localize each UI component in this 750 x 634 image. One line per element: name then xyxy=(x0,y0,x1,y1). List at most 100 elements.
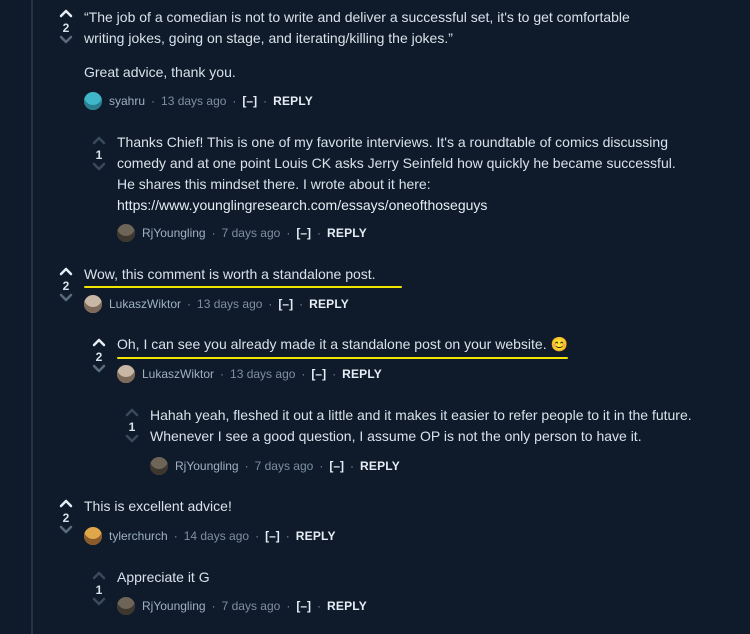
timestamp[interactable]: 13 days ago xyxy=(197,297,262,311)
comment-text-line: Whenever I see a good question, I assume… xyxy=(150,428,642,444)
comment-text-line: He shares this mindset there. I wrote ab… xyxy=(117,176,431,192)
comment-text-line: Hahah yeah, fleshed it out a little and … xyxy=(150,407,692,423)
separator: · xyxy=(220,367,225,381)
downvote-icon[interactable] xyxy=(122,434,142,446)
avatar[interactable] xyxy=(150,457,168,475)
vote-control: 2 xyxy=(56,9,76,47)
downvote-icon[interactable] xyxy=(89,364,109,376)
vote-control: 2 xyxy=(56,267,76,305)
reply-button[interactable]: REPLY xyxy=(327,226,367,240)
comment-text-line: Wow, this comment is worth a standalone … xyxy=(84,266,376,282)
separator: · xyxy=(151,94,156,108)
reply-button[interactable]: REPLY xyxy=(296,529,336,543)
upvote-icon[interactable] xyxy=(89,338,109,350)
comment: 1 Appreciate it G RjYoungling · 7 days a… xyxy=(0,565,750,625)
comment-meta: RjYoungling · 7 days ago · [–] · REPLY xyxy=(117,594,367,618)
separator: · xyxy=(350,459,354,473)
reply-button[interactable]: REPLY xyxy=(360,459,400,473)
upvote-icon[interactable] xyxy=(89,571,109,583)
separator: · xyxy=(301,367,306,381)
collapse-button[interactable]: [–] xyxy=(242,94,257,108)
comment: 1 Thanks Chief! This is one of my favori… xyxy=(0,122,750,252)
separator: · xyxy=(232,94,237,108)
collapse-button[interactable]: [–] xyxy=(265,529,280,543)
separator: · xyxy=(332,367,337,381)
highlight-underline xyxy=(84,286,402,288)
vote-count: 2 xyxy=(62,511,70,525)
comment-body: Hahah yeah, fleshed it out a little and … xyxy=(150,405,745,447)
upvote-icon[interactable] xyxy=(89,136,109,148)
downvote-icon[interactable] xyxy=(56,525,76,537)
vote-count: 2 xyxy=(95,350,103,364)
downvote-icon[interactable] xyxy=(56,35,76,47)
separator: · xyxy=(319,459,324,473)
vote-count: 1 xyxy=(95,583,103,597)
timestamp[interactable]: 13 days ago xyxy=(230,367,295,381)
avatar[interactable] xyxy=(84,295,102,313)
downvote-icon[interactable] xyxy=(89,162,109,174)
collapse-button[interactable]: [–] xyxy=(311,367,326,381)
downvote-icon[interactable] xyxy=(89,597,109,609)
vote-count: 2 xyxy=(62,21,70,35)
essay-link[interactable]: https://www.younglingresearch.com/essays… xyxy=(117,195,737,216)
separator: · xyxy=(211,599,216,613)
author-name[interactable]: syahru xyxy=(109,94,145,108)
reply-button[interactable]: REPLY xyxy=(327,599,367,613)
separator: · xyxy=(244,459,249,473)
collapse-button[interactable]: [–] xyxy=(296,599,311,613)
vote-control: 1 xyxy=(122,408,142,446)
vote-control: 1 xyxy=(89,136,109,174)
comment-meta: RjYoungling · 7 days ago · [–] · REPLY xyxy=(117,221,367,245)
vote-control: 2 xyxy=(56,499,76,537)
comment-body: Oh, I can see you already made it a stan… xyxy=(117,334,737,355)
reply-button[interactable]: REPLY xyxy=(342,367,382,381)
comment-text-line: comedy and at one point Louis CK asks Je… xyxy=(117,155,676,171)
separator: · xyxy=(211,226,216,240)
upvote-icon[interactable] xyxy=(56,9,76,21)
author-name[interactable]: RjYoungling xyxy=(142,226,206,240)
separator: · xyxy=(268,297,273,311)
separator: · xyxy=(173,529,178,543)
timestamp[interactable]: 7 days ago xyxy=(222,226,281,240)
separator: · xyxy=(285,529,290,543)
upvote-icon[interactable] xyxy=(56,499,76,511)
avatar[interactable] xyxy=(117,224,135,242)
collapse-button[interactable]: [–] xyxy=(278,297,293,311)
separator: · xyxy=(317,599,321,613)
reply-button[interactable]: REPLY xyxy=(309,297,349,311)
vote-control: 1 xyxy=(89,571,109,609)
timestamp[interactable]: 7 days ago xyxy=(255,459,314,473)
author-name[interactable]: RjYoungling xyxy=(175,459,239,473)
upvote-icon[interactable] xyxy=(56,267,76,279)
comment: 2 This is excellent advice! tylerchurch … xyxy=(0,494,750,554)
comment-text-line: Thanks Chief! This is one of my favorite… xyxy=(117,134,668,150)
reply-button[interactable]: REPLY xyxy=(273,94,313,108)
comment: 2 Wow, this comment is worth a standalon… xyxy=(0,262,750,322)
comment-text-line: writing jokes, going on stage, and itera… xyxy=(84,30,453,46)
separator: · xyxy=(187,297,192,311)
downvote-icon[interactable] xyxy=(56,293,76,305)
collapse-button[interactable]: [–] xyxy=(296,226,311,240)
vote-control: 2 xyxy=(89,338,109,376)
avatar[interactable] xyxy=(84,92,102,110)
timestamp[interactable]: 7 days ago xyxy=(222,599,281,613)
author-name[interactable]: RjYoungling xyxy=(142,599,206,613)
timestamp[interactable]: 13 days ago xyxy=(161,94,226,108)
author-name[interactable]: LukaszWiktor xyxy=(142,367,214,381)
avatar[interactable] xyxy=(117,597,135,615)
collapse-button[interactable]: [–] xyxy=(329,459,344,473)
comment-body: This is excellent advice! xyxy=(84,496,734,517)
comment-body: Thanks Chief! This is one of my favorite… xyxy=(117,132,737,216)
separator: · xyxy=(255,529,260,543)
avatar[interactable] xyxy=(117,365,135,383)
highlight-underline xyxy=(117,357,568,359)
upvote-icon[interactable] xyxy=(122,408,142,420)
comment-body: Wow, this comment is worth a standalone … xyxy=(84,264,734,285)
author-name[interactable]: LukaszWiktor xyxy=(109,297,181,311)
comment-meta: RjYoungling · 7 days ago · [–] · REPLY xyxy=(150,454,400,478)
timestamp[interactable]: 14 days ago xyxy=(184,529,249,543)
avatar[interactable] xyxy=(84,527,102,545)
vote-count: 1 xyxy=(128,420,136,434)
separator: · xyxy=(299,297,304,311)
author-name[interactable]: tylerchurch xyxy=(109,529,168,543)
